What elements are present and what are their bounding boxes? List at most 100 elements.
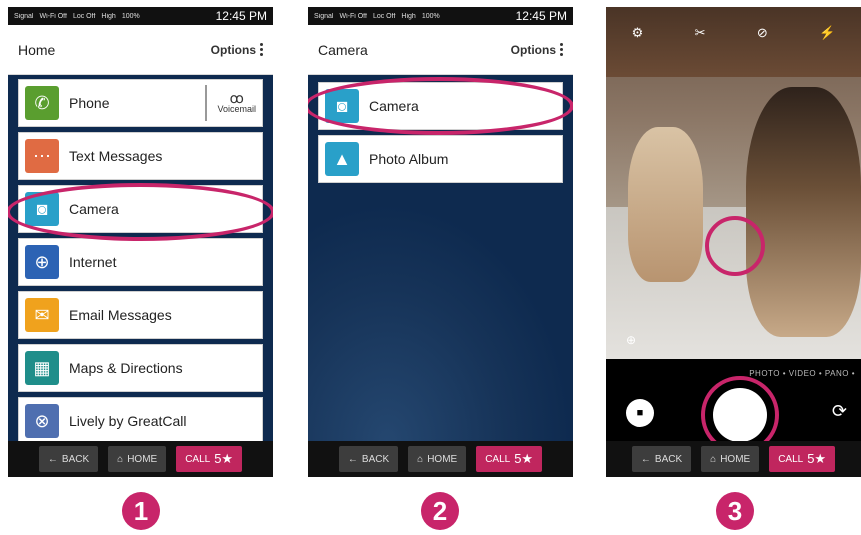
grid-off-icon[interactable]: ✂ [695,25,706,47]
home-label: HOME [427,453,458,465]
battery-label: 100% [121,12,140,20]
home-label: HOME [720,453,751,465]
five-star-label: 5★ [214,451,234,466]
menu-item-label: Phone [69,95,110,111]
back-label: BACK [61,453,90,465]
back-arrow-icon: ← [640,453,651,465]
menu-item-internet[interactable]: ⊕ Internet [18,238,263,286]
phone-screen-camera-menu: Signal Wi-Fi Off Loc Off High 100% 12:45… [308,7,573,477]
home-button[interactable]: ⌂ HOME [108,446,167,472]
gallery-thumbnail-button[interactable]: ■ [626,399,654,427]
five-star-label: 5★ [514,451,534,466]
home-menu-list: ✆ Phone ꝏ Voicemail ⋯ Text Messages ◙ Ca… [18,79,263,450]
menu-item-maps[interactable]: ▦ Maps & Directions [18,344,263,392]
menu-item-label: Camera [369,98,419,114]
back-button[interactable]: ← BACK [38,446,99,472]
location-label: Loc Off [72,12,96,20]
options-label: Options [510,42,556,57]
page-title: Camera [318,41,368,58]
call-label: CALL [185,453,211,465]
focus-highlight-circle [705,216,765,276]
lively-icon: ⊗ [25,404,59,438]
home-label: HOME [127,453,158,465]
volume-label: High [101,12,116,20]
voicemail-icon: ꝏ [229,90,244,106]
status-bar: Signal Wi-Fi Off Loc Off High 100% 12:45… [8,7,273,25]
back-button[interactable]: ← BACK [631,446,692,472]
camera-toolbar: ⚙ ✂ ⊘ ⚡ [606,25,861,47]
capture-modes[interactable]: PHOTO • VIDEO • PANO • [749,369,855,378]
menu-item-label: Photo Album [369,151,449,167]
wifi-label: Wi-Fi Off [39,12,67,20]
signal-label: Signal [314,12,334,20]
switch-camera-icon[interactable]: ⟳ [832,401,847,422]
phone-screen-home: Signal Wi-Fi Off Loc Off High 100% 12:45… [8,7,273,477]
menu-item-photo-album[interactable]: ▲ Photo Album [318,135,563,183]
home-icon: ⌂ [417,453,424,465]
chat-icon: ⋯ [25,139,59,173]
small-dog-image [628,127,703,282]
app-bar: Camera Options [308,25,573,75]
background-wave [308,202,573,441]
menu-item-label: Maps & Directions [69,360,183,376]
home-button[interactable]: ⌂ HOME [408,446,467,472]
phone-screen-camera-viewfinder: ⚙ ✂ ⊘ ⚡ ⊕ PHOTO • VIDEO • PANO • ■ ⟳ ← BA… [606,7,861,477]
timer-off-icon[interactable]: ⊘ [757,25,768,47]
map-icon: ▦ [25,351,59,385]
back-button[interactable]: ← BACK [338,446,399,472]
flash-icon[interactable]: ⚡ [819,25,835,47]
bottom-nav: ← BACK ⌂ HOME CALL 5★ [308,441,573,477]
home-icon: ⌂ [710,453,717,465]
options-button[interactable]: Options [211,43,263,57]
step-badge-3: 3 [716,492,754,530]
zoom-icon[interactable]: ⊕ [626,333,636,347]
step-badge-2: 2 [421,492,459,530]
menu-item-label: Internet [69,254,117,270]
camera-icon: ◙ [25,192,59,226]
back-label: BACK [361,453,390,465]
call-label: CALL [778,453,804,465]
voicemail-button[interactable]: ꝏ Voicemail [205,85,256,121]
app-bar: Home Options [8,25,273,75]
call-label: CALL [485,453,511,465]
camera-icon: ◙ [325,89,359,123]
camera-viewfinder[interactable]: ⚙ ✂ ⊘ ⚡ ⊕ [606,7,861,359]
voicemail-label: Voicemail [217,104,256,114]
camera-controls: PHOTO • VIDEO • PANO • ■ ⟳ [606,359,861,454]
home-button[interactable]: ⌂ HOME [701,446,760,472]
step-badge-1: 1 [122,492,160,530]
call-5star-button[interactable]: CALL 5★ [476,446,543,472]
back-label: BACK [654,453,683,465]
camera-menu-list: ◙ Camera ▲ Photo Album [318,82,563,188]
bottom-nav: ← BACK ⌂ HOME CALL 5★ [8,441,273,477]
call-5star-button[interactable]: CALL 5★ [176,446,243,472]
home-icon: ⌂ [117,453,124,465]
status-bar: Signal Wi-Fi Off Loc Off High 100% 12:45… [308,7,573,25]
more-vert-icon [560,43,563,56]
wifi-label: Wi-Fi Off [339,12,367,20]
bottom-nav: ← BACK ⌂ HOME CALL 5★ [606,441,861,477]
menu-item-label: Camera [69,201,119,217]
page-title: Home [18,41,56,58]
menu-item-camera[interactable]: ◙ Camera [18,185,263,233]
large-dog-image [746,87,861,337]
location-label: Loc Off [372,12,396,20]
back-arrow-icon: ← [47,453,58,465]
clock: 12:45 PM [215,9,267,23]
call-5star-button[interactable]: CALL 5★ [769,446,836,472]
globe-icon: ⊕ [25,245,59,279]
volume-label: High [401,12,416,20]
options-button[interactable]: Options [511,43,563,57]
menu-item-label: Email Messages [69,307,172,323]
options-label: Options [210,42,256,57]
clock: 12:45 PM [515,9,567,23]
menu-item-label: Text Messages [69,148,163,164]
menu-item-camera[interactable]: ◙ Camera [318,82,563,130]
menu-item-lively[interactable]: ⊗ Lively by GreatCall [18,397,263,445]
menu-item-text-messages[interactable]: ⋯ Text Messages [18,132,263,180]
more-vert-icon [260,43,263,56]
menu-item-phone[interactable]: ✆ Phone ꝏ Voicemail [18,79,263,127]
battery-label: 100% [421,12,440,20]
menu-item-email[interactable]: ✉ Email Messages [18,291,263,339]
settings-icon[interactable]: ⚙ [632,25,644,47]
